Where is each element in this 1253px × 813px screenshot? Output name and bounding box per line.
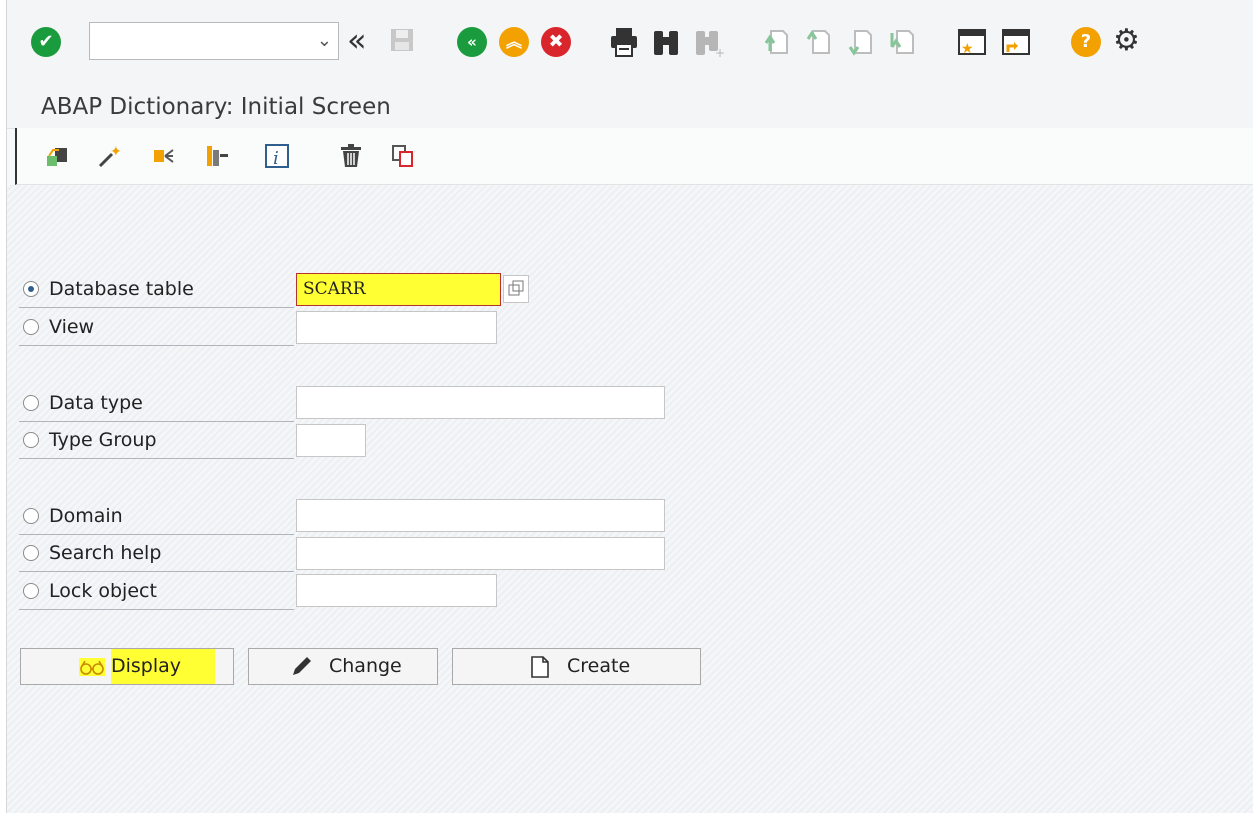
previous-page-icon[interactable] (801, 25, 835, 59)
title-bar: ABAP Dictionary: Initial Screen (7, 86, 1253, 129)
svg-text:i: i (273, 148, 279, 169)
type-group-input[interactable] (296, 424, 366, 457)
label-lock-object: Lock object (49, 580, 157, 602)
row-lock-object[interactable]: Lock object (19, 572, 294, 610)
label-search-help: Search help (49, 542, 162, 564)
create-label: Create (567, 655, 631, 677)
label-type-group: Type Group (49, 429, 157, 451)
find-icon[interactable] (649, 25, 683, 59)
shortcut-icon[interactable] (999, 25, 1033, 59)
last-page-icon[interactable] (885, 25, 919, 59)
next-page-icon[interactable] (843, 25, 877, 59)
find-next-icon[interactable]: + (691, 25, 725, 60)
help-icon[interactable]: ? (1069, 25, 1103, 59)
system-toolbar: ✔ ⌄ « « ︽ ✖ + ★ ? ⚙ (7, 0, 1253, 86)
svg-text:✦: ✦ (110, 144, 122, 160)
database-table-value: SCARR (303, 279, 366, 299)
cancel-icon[interactable]: ✖ (539, 25, 573, 59)
row-search-help[interactable]: Search help (19, 534, 294, 572)
save-icon[interactable] (387, 25, 421, 59)
label-data-type: Data type (49, 392, 143, 414)
settings-gear-icon[interactable]: ⚙ (1111, 23, 1145, 59)
chevron-down-icon[interactable]: ⌄ (317, 23, 332, 59)
lock-object-input[interactable] (296, 574, 497, 607)
display-label: Display (111, 649, 216, 684)
radio-view[interactable] (23, 319, 39, 335)
change-button[interactable]: Change (248, 648, 438, 685)
radio-domain[interactable] (23, 508, 39, 524)
row-type-group[interactable]: Type Group (19, 421, 294, 459)
where-used-icon[interactable] (151, 142, 179, 170)
print-icon[interactable] (607, 25, 641, 59)
radio-search-help[interactable] (23, 545, 39, 561)
enter-check-icon[interactable]: ✔ (29, 25, 63, 59)
row-data-type[interactable]: Data type (19, 384, 294, 422)
label-view: View (49, 316, 95, 338)
first-page-icon[interactable] (759, 25, 793, 59)
search-help-input[interactable] (296, 537, 665, 570)
value-help-icon[interactable] (503, 275, 529, 303)
object-list-icon[interactable] (203, 142, 231, 170)
exit-icon[interactable]: ︽ (497, 25, 531, 59)
page-title: ABAP Dictionary: Initial Screen (41, 94, 391, 120)
change-label: Change (329, 655, 402, 677)
label-database-table: Database table (49, 278, 194, 300)
back-double-chevron-icon[interactable]: « (345, 21, 379, 59)
radio-lock-object[interactable] (23, 583, 39, 599)
radio-data-type[interactable] (23, 395, 39, 411)
other-object-icon[interactable] (43, 142, 71, 170)
application-toolbar: ✦ i (15, 128, 1253, 185)
radio-database-table[interactable] (23, 281, 39, 297)
label-domain: Domain (49, 505, 123, 527)
wizard-icon[interactable]: ✦ (95, 142, 123, 170)
sap-window: ✔ ⌄ « « ︽ ✖ + ★ ? ⚙ ABAP Dictionary: Ini… (6, 0, 1253, 813)
row-view[interactable]: View (19, 308, 294, 346)
row-domain[interactable]: Domain (19, 497, 294, 535)
pencil-icon (289, 655, 315, 683)
domain-input[interactable] (296, 499, 665, 532)
info-icon[interactable]: i (263, 142, 291, 170)
new-document-icon (529, 655, 551, 683)
view-input[interactable] (296, 311, 497, 344)
new-session-icon[interactable]: ★ (955, 25, 989, 59)
data-type-input[interactable] (296, 386, 665, 419)
delete-icon[interactable] (337, 142, 365, 170)
display-button[interactable]: Display (20, 648, 234, 685)
create-button[interactable]: Create (452, 648, 701, 685)
back-icon[interactable]: « (455, 25, 489, 59)
copy-icon[interactable] (389, 142, 417, 170)
database-table-input[interactable]: SCARR (296, 273, 501, 306)
svg-text:+: + (715, 46, 725, 59)
glasses-icon (79, 658, 105, 676)
svg-text:★: ★ (961, 41, 974, 57)
row-database-table[interactable]: Database table (19, 270, 294, 308)
command-field[interactable]: ⌄ (89, 22, 339, 60)
radio-type-group[interactable] (23, 432, 39, 448)
